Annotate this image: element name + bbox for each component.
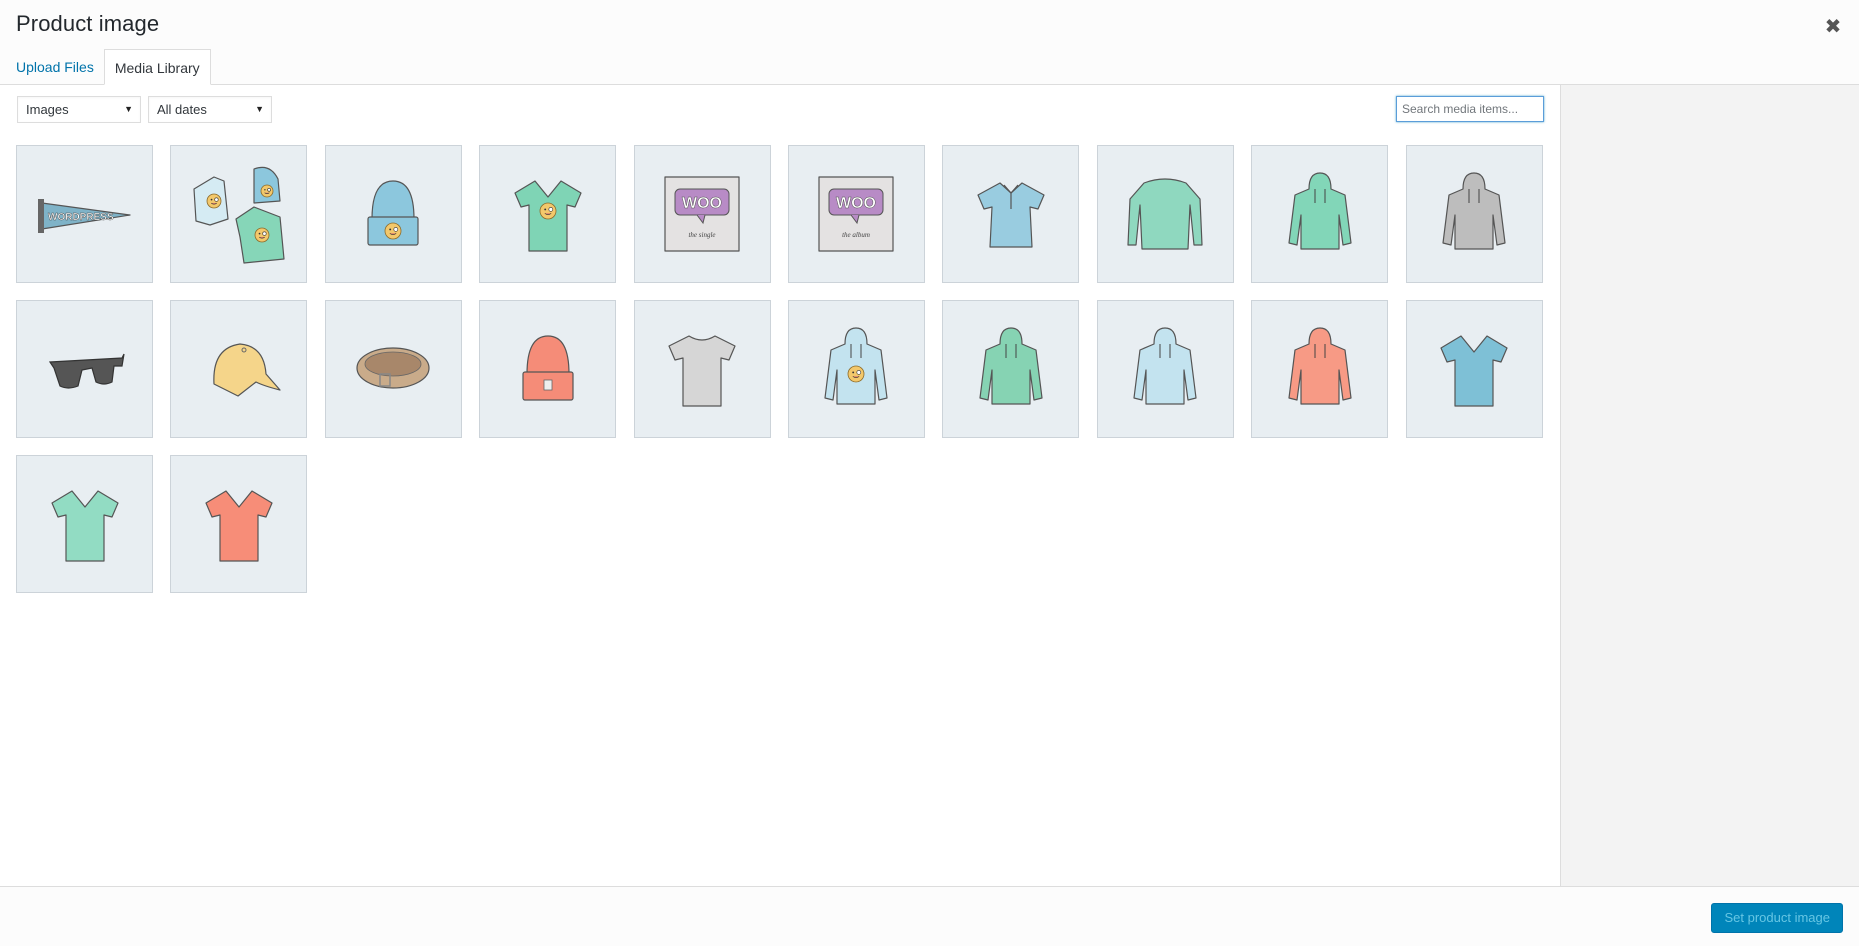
media-item-hoodie-green[interactable] bbox=[942, 300, 1080, 438]
polo-thumbnail bbox=[977, 182, 1045, 248]
media-item-hoodie-red[interactable] bbox=[1251, 300, 1389, 438]
date-filter-value: All dates bbox=[157, 102, 207, 117]
modal-title: Product image bbox=[16, 11, 160, 36]
sunglasses-thumbnail bbox=[48, 353, 125, 389]
search-input[interactable] bbox=[1396, 96, 1544, 122]
media-item-woo-album[interactable]: WOO the album bbox=[787, 145, 925, 283]
long-sleeve-tee-thumbnail bbox=[1127, 178, 1203, 250]
set-product-image-button[interactable]: Set product image bbox=[1711, 903, 1843, 933]
media-item-v-neck-tshirt-blue[interactable] bbox=[1405, 300, 1543, 438]
hoodie-green-thumbnail bbox=[979, 327, 1043, 405]
hoodie-light-blue-thumbnail bbox=[1133, 327, 1197, 405]
hoodie-with-logo-thumbnail bbox=[824, 327, 889, 405]
tshirt-gray-thumbnail bbox=[668, 335, 736, 407]
chevron-down-icon: ▼ bbox=[255, 104, 264, 114]
media-item-hoodie-gray[interactable] bbox=[1405, 145, 1543, 283]
svg-text:WOO: WOO bbox=[836, 195, 876, 212]
logo-collection-thumbnail bbox=[193, 166, 285, 264]
media-item-beanie-red[interactable] bbox=[479, 300, 617, 438]
v-neck-tshirt-with-logo-thumbnail bbox=[514, 180, 582, 252]
attachments-grid: WORDPRESS WOO the single WOO the album bbox=[16, 145, 1546, 593]
svg-text:the single: the single bbox=[689, 231, 716, 239]
media-type-filter-value: Images bbox=[26, 102, 69, 117]
v-neck-tshirt-red-thumbnail bbox=[205, 490, 273, 562]
media-item-hoodie-with-logo[interactable] bbox=[787, 300, 925, 438]
header-divider bbox=[0, 84, 1859, 85]
attachments-browser: Images ▼ All dates ▼ WORDPRESS WOO the sin… bbox=[0, 85, 1560, 886]
media-type-filter[interactable]: Images ▼ bbox=[17, 96, 141, 123]
media-item-v-neck-tshirt-with-logo[interactable] bbox=[479, 145, 617, 283]
media-item-pennant[interactable]: WORDPRESS bbox=[16, 145, 153, 283]
media-item-belt[interactable] bbox=[324, 300, 462, 438]
media-item-hoodie-with-zipper[interactable] bbox=[1251, 145, 1389, 283]
svg-text:the album: the album bbox=[843, 231, 871, 239]
media-item-sunglasses[interactable] bbox=[16, 300, 153, 438]
media-item-tshirt-gray[interactable] bbox=[633, 300, 771, 438]
svg-text:WOO: WOO bbox=[682, 195, 722, 212]
hoodie-with-zipper-thumbnail bbox=[1288, 172, 1352, 250]
woo-album-thumbnail: WOO the album bbox=[818, 176, 895, 252]
media-item-logo-collection[interactable] bbox=[170, 145, 308, 283]
hoodie-red-thumbnail bbox=[1288, 327, 1352, 405]
belt-thumbnail bbox=[356, 347, 430, 389]
tab-upload-files[interactable]: Upload Files bbox=[0, 49, 104, 85]
woo-single-thumbnail: WOO the single bbox=[664, 176, 740, 252]
hoodie-gray-thumbnail bbox=[1442, 172, 1506, 250]
attachment-details-sidebar bbox=[1560, 85, 1859, 886]
media-item-woo-single[interactable]: WOO the single bbox=[633, 145, 771, 283]
cap-thumbnail bbox=[213, 343, 281, 397]
media-item-v-neck-tshirt-green[interactable] bbox=[16, 455, 153, 593]
media-item-v-neck-tshirt-red[interactable] bbox=[170, 455, 308, 593]
media-modal: Product image ✖ Upload Files Media Libra… bbox=[0, 0, 1859, 946]
modal-toolbar: Set product image bbox=[0, 886, 1859, 946]
close-icon[interactable]: ✖ bbox=[1821, 14, 1845, 38]
media-item-cap[interactable] bbox=[170, 300, 308, 438]
media-item-long-sleeve-tee[interactable] bbox=[1096, 145, 1234, 283]
v-neck-tshirt-green-thumbnail bbox=[50, 490, 119, 562]
v-neck-tshirt-blue-thumbnail bbox=[1440, 335, 1508, 407]
date-filter[interactable]: All dates ▼ bbox=[148, 96, 272, 123]
pennant-thumbnail: WORDPRESS bbox=[37, 199, 131, 233]
media-item-polo[interactable] bbox=[942, 145, 1080, 283]
chevron-down-icon: ▼ bbox=[124, 104, 133, 114]
router-tabs: Upload Files Media Library bbox=[0, 49, 211, 85]
tab-media-library[interactable]: Media Library bbox=[103, 49, 211, 85]
beanie-red-thumbnail bbox=[522, 335, 574, 401]
media-item-beanie-with-logo[interactable] bbox=[324, 145, 462, 283]
media-item-hoodie-light-blue[interactable] bbox=[1096, 300, 1234, 438]
beanie-with-logo-thumbnail bbox=[367, 180, 419, 246]
svg-text:WORDPRESS: WORDPRESS bbox=[48, 212, 114, 223]
